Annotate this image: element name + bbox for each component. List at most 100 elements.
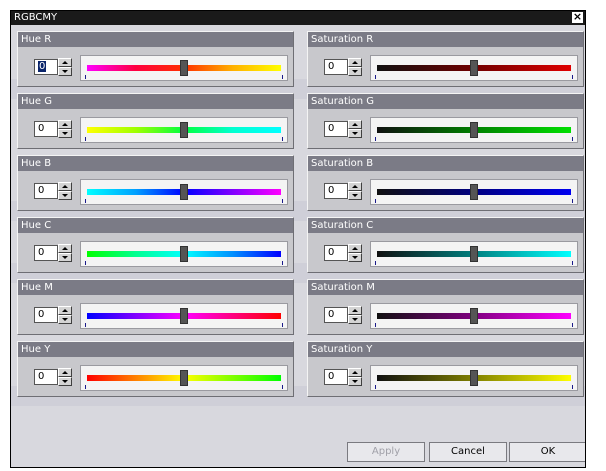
value-spin-field[interactable]: 0	[324, 369, 348, 385]
spin-up-icon[interactable]	[58, 244, 72, 253]
slider-thumb[interactable]	[470, 370, 478, 386]
spin-down-icon[interactable]	[348, 129, 362, 138]
slider[interactable]	[370, 303, 578, 329]
slider-thumb[interactable]	[470, 184, 478, 200]
spin-buttons	[58, 120, 72, 138]
value-spin-field[interactable]: 0	[34, 245, 58, 261]
slider-thumb[interactable]	[180, 308, 188, 324]
group-label: Saturation R	[308, 32, 583, 47]
slider-tick	[375, 261, 376, 265]
spin-buttons	[348, 244, 362, 262]
slider[interactable]	[80, 303, 288, 329]
slider-thumb[interactable]	[180, 246, 188, 262]
slider-group: Saturation C 0	[307, 217, 584, 273]
group-label: Saturation B	[308, 156, 583, 171]
slider[interactable]	[80, 117, 288, 143]
slider-thumb[interactable]	[470, 122, 478, 138]
group-label: Hue R	[18, 32, 293, 47]
close-icon[interactable]: ×	[572, 11, 583, 23]
spin-down-icon[interactable]	[348, 377, 362, 386]
value-spin-field[interactable]: 0	[34, 121, 58, 137]
group-label: Saturation G	[308, 94, 583, 109]
slider-tick	[85, 261, 86, 265]
cancel-button[interactable]: Cancel	[429, 442, 507, 462]
spin-buttons	[348, 120, 362, 138]
slider[interactable]	[80, 55, 288, 81]
spin-up-icon[interactable]	[58, 368, 72, 377]
slider-tick	[572, 385, 573, 389]
spin-up-icon[interactable]	[348, 120, 362, 129]
spin-up-icon[interactable]	[348, 306, 362, 315]
spin-up-icon[interactable]	[58, 58, 72, 67]
slider-tick	[282, 137, 283, 141]
slider-thumb[interactable]	[470, 246, 478, 262]
value-spin-field[interactable]: 0	[34, 59, 58, 75]
spin-buttons	[58, 58, 72, 76]
spin-buttons	[58, 182, 72, 200]
slider[interactable]	[370, 117, 578, 143]
slider-tick	[375, 323, 376, 327]
slider-thumb[interactable]	[180, 184, 188, 200]
apply-button[interactable]: Apply	[347, 442, 425, 462]
spin-up-icon[interactable]	[348, 244, 362, 253]
slider[interactable]	[370, 241, 578, 267]
spin-up-icon[interactable]	[58, 182, 72, 191]
slider-thumb[interactable]	[180, 60, 188, 76]
spin-value: 0	[328, 309, 335, 320]
slider-thumb[interactable]	[470, 308, 478, 324]
slider-group: Saturation B 0	[307, 155, 584, 211]
slider-tick	[85, 137, 86, 141]
value-spin-field[interactable]: 0	[324, 183, 348, 199]
spin-buttons	[58, 244, 72, 262]
slider[interactable]	[80, 179, 288, 205]
slider-group: Hue R 0	[17, 31, 294, 87]
slider-tick	[282, 261, 283, 265]
title-bar[interactable]: RGBCMY ×	[11, 11, 585, 25]
slider[interactable]	[80, 241, 288, 267]
spin-up-icon[interactable]	[348, 182, 362, 191]
spin-down-icon[interactable]	[58, 253, 72, 262]
spin-down-icon[interactable]	[348, 253, 362, 262]
spin-down-icon[interactable]	[348, 67, 362, 76]
spin-up-icon[interactable]	[348, 368, 362, 377]
slider-group: Hue C 0	[17, 217, 294, 273]
ok-button[interactable]: OK	[509, 442, 585, 462]
slider[interactable]	[370, 179, 578, 205]
spin-value: 0	[38, 247, 45, 258]
slider-thumb[interactable]	[180, 370, 188, 386]
window-title: RGBCMY	[14, 12, 58, 23]
value-spin-field[interactable]: 0	[324, 307, 348, 323]
slider-tick	[282, 75, 283, 79]
slider[interactable]	[370, 365, 578, 391]
value-spin-field[interactable]: 0	[34, 369, 58, 385]
value-spin-field[interactable]: 0	[324, 121, 348, 137]
value-spin-field[interactable]: 0	[34, 307, 58, 323]
slider-thumb[interactable]	[470, 60, 478, 76]
slider-tick	[282, 323, 283, 327]
spin-down-icon[interactable]	[58, 129, 72, 138]
value-spin-field[interactable]: 0	[34, 183, 58, 199]
spin-down-icon[interactable]	[58, 377, 72, 386]
spin-up-icon[interactable]	[348, 58, 362, 67]
slider[interactable]	[80, 365, 288, 391]
spin-down-icon[interactable]	[58, 191, 72, 200]
spin-up-icon[interactable]	[58, 306, 72, 315]
spin-down-icon[interactable]	[348, 315, 362, 324]
value-spin-field[interactable]: 0	[324, 245, 348, 261]
spin-value: 0	[328, 185, 335, 196]
slider-group: Saturation R 0	[307, 31, 584, 87]
spin-buttons	[348, 58, 362, 76]
slider-tick	[85, 199, 86, 203]
spin-up-icon[interactable]	[58, 120, 72, 129]
spin-value: 0	[328, 61, 335, 72]
value-spin-field[interactable]: 0	[324, 59, 348, 75]
slider-thumb[interactable]	[180, 122, 188, 138]
spin-down-icon[interactable]	[58, 315, 72, 324]
spin-value: 0	[38, 309, 45, 320]
spin-down-icon[interactable]	[58, 67, 72, 76]
slider[interactable]	[370, 55, 578, 81]
slider-tick	[375, 385, 376, 389]
spin-down-icon[interactable]	[348, 191, 362, 200]
spin-value: 0	[38, 123, 45, 134]
group-label: Saturation Y	[308, 342, 583, 357]
